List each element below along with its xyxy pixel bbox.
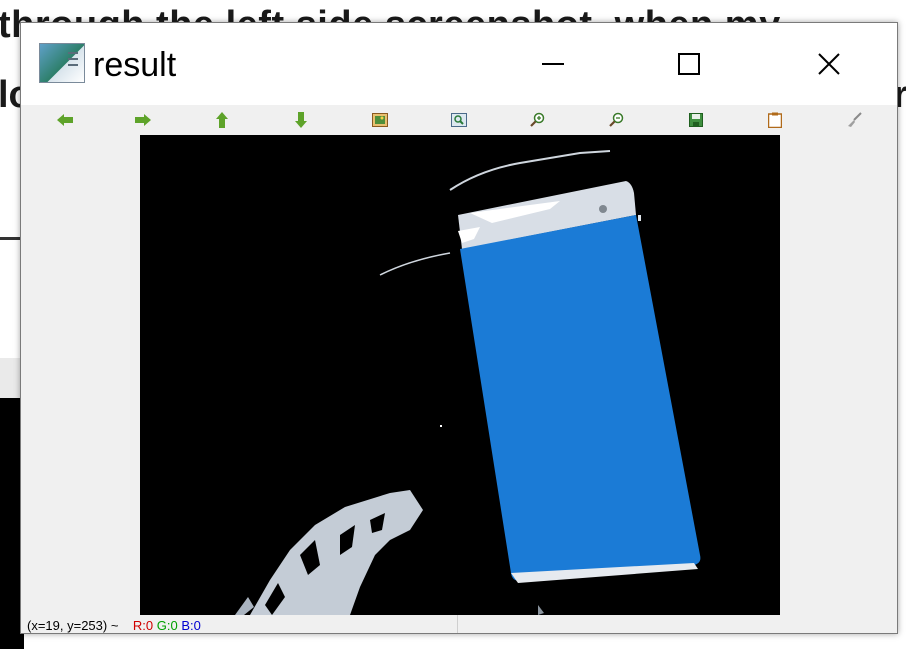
zoom-fit-button[interactable]	[371, 111, 389, 129]
title-bar[interactable]: result	[21, 23, 897, 105]
image-icon	[372, 113, 388, 127]
save-button[interactable]	[687, 111, 705, 129]
brush-icon	[848, 112, 862, 127]
zoom-in-button[interactable]	[529, 111, 547, 129]
toolbar	[21, 105, 897, 135]
background-bottom-strip	[660, 636, 906, 649]
window-title: result	[93, 46, 177, 84]
result-window: result (x=19, y=253) ~ R:0 G:0 B:0	[20, 22, 898, 634]
properties-button[interactable]	[845, 111, 863, 129]
zoom-out-button[interactable]	[608, 111, 626, 129]
pan-down-button[interactable]	[292, 111, 310, 129]
app-window-icon[interactable]	[39, 43, 85, 83]
zoom-in-icon	[530, 112, 545, 127]
copy-button[interactable]	[766, 111, 784, 129]
pan-right-button[interactable]	[134, 111, 152, 129]
zoom-region-icon	[451, 113, 467, 127]
close-button[interactable]	[761, 23, 897, 105]
arrow-right-icon	[135, 114, 151, 126]
close-icon	[818, 53, 840, 75]
pan-up-button[interactable]	[213, 111, 231, 129]
status-blue-value: B:0	[181, 618, 201, 633]
minimize-icon	[542, 63, 564, 65]
status-green-value: G:0	[156, 618, 178, 633]
result-image	[140, 135, 780, 615]
maximize-button[interactable]	[621, 23, 757, 105]
zoom-out-icon	[609, 112, 624, 127]
clipboard-icon	[768, 112, 782, 128]
pan-left-button[interactable]	[56, 111, 74, 129]
save-icon	[689, 113, 703, 127]
arrow-down-icon	[295, 112, 307, 128]
maximize-icon	[678, 53, 700, 75]
status-bar: (x=19, y=253) ~ R:0 G:0 B:0	[21, 615, 897, 633]
status-red-value: R:0	[132, 618, 154, 633]
status-coords: (x=19, y=253) ~	[27, 618, 119, 633]
minimize-button[interactable]	[485, 23, 621, 105]
arrow-up-icon	[216, 112, 228, 128]
image-viewport[interactable]	[140, 135, 780, 615]
status-readout: (x=19, y=253) ~ R:0 G:0 B:0	[27, 618, 201, 633]
arrow-left-icon	[57, 114, 73, 126]
status-separator	[457, 615, 458, 633]
zoom-region-button[interactable]	[450, 111, 468, 129]
